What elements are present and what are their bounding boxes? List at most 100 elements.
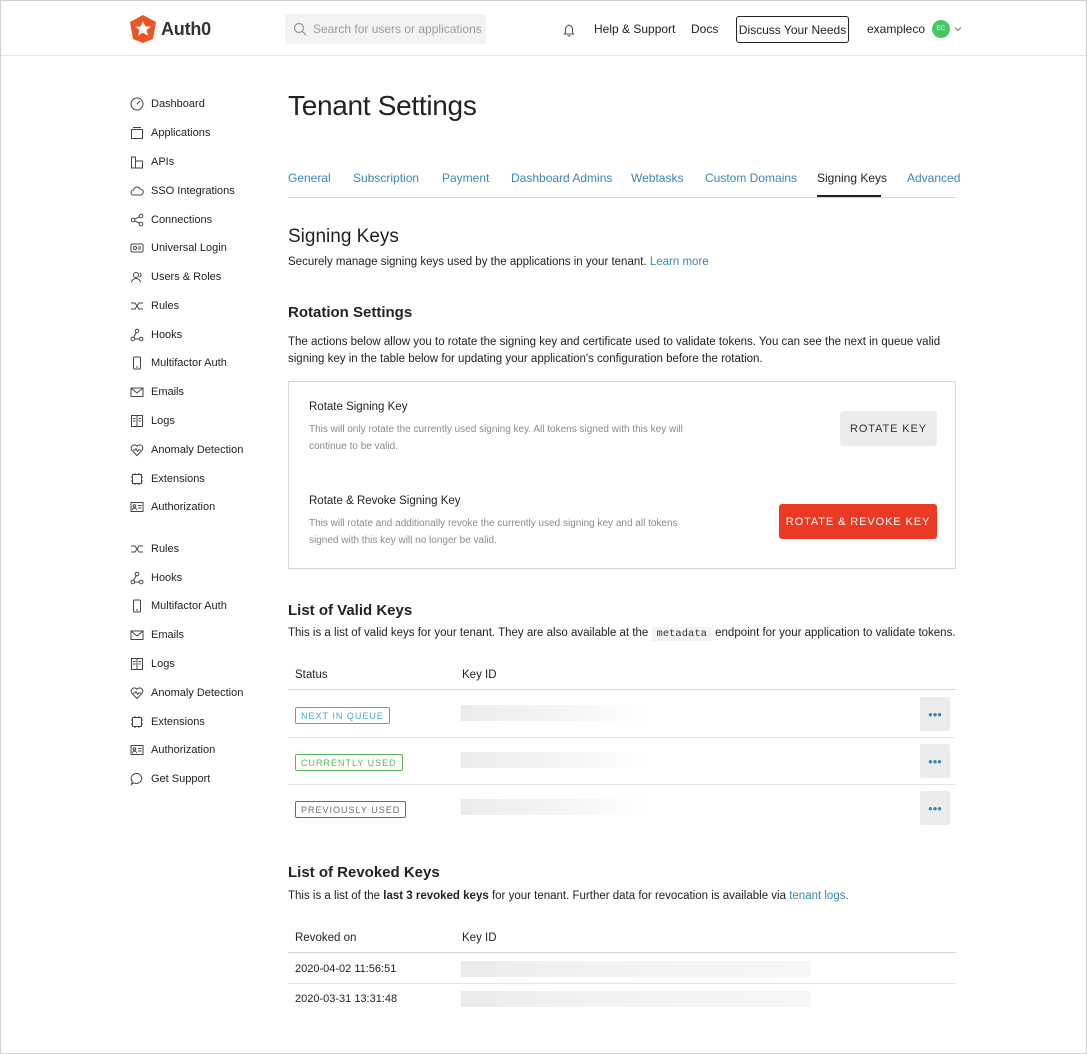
- sidebar-item-multifactor-auth-2[interactable]: Multifactor Auth: [130, 596, 227, 616]
- more-options-button[interactable]: •••: [920, 791, 950, 825]
- table-row: CURRENTLY USED •••: [288, 738, 956, 785]
- sidebar-item-get-support[interactable]: Get Support: [130, 769, 210, 789]
- sidebar-item-logs-2[interactable]: Logs: [130, 654, 175, 674]
- sidebar-item-users-roles[interactable]: Users & Roles: [130, 267, 221, 287]
- settings-tabs: General Subscription Payment Dashboard A…: [288, 168, 960, 198]
- rotation-settings-heading: Rotation Settings: [288, 304, 413, 321]
- notification-bell-icon[interactable]: [561, 22, 577, 38]
- chat-icon: [130, 772, 144, 786]
- tab-custom-domains[interactable]: Custom Domains: [705, 171, 797, 185]
- search-input[interactable]: [313, 22, 483, 36]
- tab-payment[interactable]: Payment: [442, 171, 489, 185]
- heart-icon: [130, 443, 144, 457]
- sidebar-item-label: Anomaly Detection: [151, 687, 244, 699]
- apis-icon: [130, 155, 144, 169]
- sidebar-item-multifactor-auth[interactable]: Multifactor Auth: [130, 353, 227, 373]
- sidebar-item-universal-login[interactable]: Universal Login: [130, 238, 227, 258]
- help-support-link[interactable]: Help & Support: [594, 22, 675, 36]
- sidebar-item-hooks-2[interactable]: Hooks: [130, 568, 182, 588]
- sidebar-item-applications[interactable]: Applications: [130, 123, 210, 143]
- extensions-icon: [130, 472, 144, 486]
- key-id-redacted: [461, 752, 651, 768]
- rotate-key-button[interactable]: ROTATE KEY: [840, 411, 937, 446]
- key-id-redacted: [461, 991, 811, 1007]
- tab-advanced[interactable]: Advanced: [907, 171, 960, 185]
- connections-icon: [130, 213, 144, 227]
- discuss-needs-button[interactable]: Discuss Your Needs: [736, 16, 849, 43]
- sidebar-item-label: APIs: [151, 156, 175, 168]
- universal-login-icon: [130, 241, 144, 255]
- sidebar-item-logs[interactable]: Logs: [130, 411, 175, 431]
- revoked-desc-start: This is a list of the: [288, 890, 381, 902]
- sidebar-item-label: Anomaly Detection: [151, 444, 244, 456]
- rotate-key-description: This will only rotate the currently used…: [309, 424, 683, 452]
- more-options-button[interactable]: •••: [920, 697, 950, 731]
- rotate-revoke-key-button[interactable]: ROTATE & REVOKE KEY: [779, 504, 937, 539]
- revoked-keys-table-header: Revoked on Key ID: [288, 923, 956, 953]
- page-title: Tenant Settings: [288, 90, 477, 121]
- sidebar-item-label: Emails: [151, 386, 185, 398]
- chevron-down-icon: [954, 27, 962, 32]
- sidebar-item-dashboard[interactable]: Dashboard: [130, 94, 205, 114]
- sidebar-item-rules[interactable]: Rules: [130, 296, 179, 316]
- authorization-icon: [130, 743, 144, 757]
- rotate-key-title: Rotate Signing Key: [309, 401, 408, 413]
- tenant-logs-link[interactable]: tenant logs.: [789, 890, 848, 902]
- sidebar-item-authorization[interactable]: Authorization: [130, 497, 215, 517]
- sidebar-item-label: Dashboard: [151, 98, 205, 110]
- mail-icon: [130, 385, 144, 399]
- sidebar-item-label: Logs: [151, 658, 175, 670]
- search-box[interactable]: [285, 14, 486, 44]
- table-row: NEXT IN QUEUE •••: [288, 691, 956, 738]
- brand-name: Auth0: [161, 18, 211, 39]
- learn-more-link[interactable]: Learn more: [650, 256, 709, 268]
- table-row: PREVIOUSLY USED •••: [288, 785, 956, 832]
- mail-icon: [130, 628, 144, 642]
- sidebar-item-emails-2[interactable]: Emails: [130, 625, 184, 645]
- status-badge: PREVIOUSLY USED: [295, 801, 407, 818]
- sidebar-item-apis[interactable]: APIs: [130, 152, 174, 172]
- tab-webtasks[interactable]: Webtasks: [631, 171, 683, 185]
- sidebar-item-label: Hooks: [151, 572, 183, 584]
- revoked-keys-heading: List of Revoked Keys: [288, 864, 440, 881]
- logs-icon: [130, 414, 144, 428]
- sidebar-item-hooks[interactable]: Hooks: [130, 325, 182, 345]
- sidebar-item-anomaly-detection[interactable]: Anomaly Detection: [130, 440, 243, 460]
- sidebar-item-label: Multifactor Auth: [151, 357, 227, 369]
- phone-icon: [130, 356, 144, 370]
- docs-link[interactable]: Docs: [691, 22, 718, 36]
- tab-signing-keys[interactable]: Signing Keys: [817, 171, 887, 185]
- more-dots-icon: •••: [928, 706, 942, 722]
- more-options-button[interactable]: •••: [920, 744, 950, 778]
- key-id-redacted: [461, 705, 651, 721]
- sidebar-item-extensions[interactable]: Extensions: [130, 469, 205, 489]
- sidebar-item-label: Authorization: [151, 744, 216, 756]
- sidebar-item-rules-2[interactable]: Rules: [130, 539, 179, 559]
- sidebar-item-label: Users & Roles: [151, 271, 222, 283]
- sidebar-item-sso-integrations[interactable]: SSO Integrations: [130, 181, 235, 201]
- status-badge: CURRENTLY USED: [295, 754, 403, 771]
- sidebar-item-label: Rules: [151, 543, 180, 555]
- tab-dashboard-admins[interactable]: Dashboard Admins: [511, 171, 612, 185]
- sidebar-item-label: Extensions: [151, 716, 205, 728]
- sidebar-item-extensions-2[interactable]: Extensions: [130, 712, 205, 732]
- sidebar-item-authorization-2[interactable]: Authorization: [130, 740, 215, 760]
- sidebar-item-anomaly-detection-2[interactable]: Anomaly Detection: [130, 683, 243, 703]
- sidebar-item-label: Logs: [151, 415, 175, 427]
- key-id-column-header: Key ID: [462, 669, 497, 681]
- logs-icon: [130, 657, 144, 671]
- search-icon: [293, 22, 307, 36]
- dashboard-icon: [130, 97, 144, 111]
- tab-subscription[interactable]: Subscription: [353, 171, 419, 185]
- user-menu[interactable]: exampleco EC: [867, 20, 962, 38]
- sidebar-item-label: Rules: [151, 300, 180, 312]
- brand-logo[interactable]: Auth0: [129, 14, 211, 44]
- valid-keys-description: This is a list of valid keys for your te…: [288, 625, 956, 643]
- rotation-settings-description: The actions below allow you to rotate th…: [288, 336, 941, 365]
- tab-general[interactable]: General: [288, 171, 331, 185]
- rules-icon: [130, 299, 144, 313]
- valid-keys-table-header: Status Key ID: [288, 660, 956, 690]
- sidebar-item-connections[interactable]: Connections: [130, 210, 212, 230]
- sidebar-item-emails[interactable]: Emails: [130, 382, 184, 402]
- more-dots-icon: •••: [928, 800, 942, 816]
